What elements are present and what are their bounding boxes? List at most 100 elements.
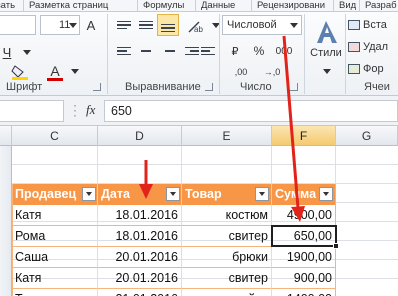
font-group-label: Шрифт [6,81,43,93]
group-separator [107,14,108,94]
fill-color-icon[interactable] [10,64,30,80]
table-header-amount[interactable]: Сумма [272,184,336,205]
percent-symbol: % [253,44,265,58]
delete-cells-icon [348,42,360,52]
cell-seller[interactable]: Таня [12,289,98,296]
cell-seller[interactable]: Саша [12,247,98,268]
table-header-seller[interactable]: Продавец [12,184,98,205]
tab-page-layout[interactable]: Разметка страниц [24,0,138,11]
insert-cells-button[interactable]: Вста [348,16,398,34]
name-box[interactable] [0,100,64,122]
delete-cells-button[interactable]: Удал [348,38,398,56]
increase-decimal-button[interactable]: ,00 [228,64,254,80]
cell-date[interactable]: 20.01.2016 [98,247,182,268]
cell-amount[interactable]: 900,00 [272,268,336,289]
currency-format-button[interactable]: ₽ [224,42,246,60]
underline-button[interactable]: Ч [0,42,14,62]
cell-date[interactable]: 18.01.2016 [98,205,182,226]
tab-view[interactable]: Вид [334,0,360,11]
decrease-indent-icon[interactable] [184,42,200,60]
column-header-f[interactable]: F [272,126,336,146]
header-label-seller: Продавец [15,187,77,201]
cell-product[interactable]: брюки [182,247,272,268]
chevron-down-icon[interactable] [68,20,78,30]
font-dialog-launcher-icon[interactable] [93,83,101,91]
percent-format-button[interactable]: % [250,42,268,60]
cells-group-label: Ячеи [364,81,390,93]
svg-text:ab: ab [194,25,203,34]
cell-seller[interactable]: Катя [12,205,98,226]
font-color-label: A [50,62,60,79]
column-header-d[interactable]: D [98,126,182,146]
chevron-down-icon[interactable] [20,42,34,62]
tab-developer[interactable]: Разраб [360,0,398,11]
cell-amount[interactable]: 4900,00 [272,205,336,226]
select-all-corner[interactable] [0,126,12,146]
active-cell-selection[interactable] [271,225,337,247]
group-separator [345,14,346,94]
column-header-c[interactable]: C [12,126,98,146]
font-color-button[interactable]: A [44,62,66,82]
cell-date[interactable]: 18.01.2016 [98,226,182,247]
number-group-label: Число [240,81,272,93]
cell-amount[interactable]: 1400,00 [272,289,336,296]
filter-dropdown-icon[interactable] [319,187,333,201]
formula-bar: ⋮ fx 650 [0,96,398,126]
cell-amount[interactable]: 1900,00 [272,247,336,268]
styles-button[interactable]: Стили [310,16,342,62]
chevron-down-icon[interactable] [289,20,299,30]
header-label-product: Товар [185,187,222,201]
cell-seller[interactable]: Рома [12,226,98,247]
decrease-decimal-button[interactable]: →,0 [258,64,286,80]
alignment-dialog-launcher-icon[interactable] [205,83,213,91]
cell-product[interactable]: майка [182,289,272,296]
chevron-down-icon[interactable] [70,66,80,76]
cell-product[interactable]: костюм [182,205,272,226]
column-header-e[interactable]: E [182,126,272,146]
table-header-date[interactable]: Дата [98,184,182,205]
grow-font-label: A [86,17,96,33]
grow-font-button[interactable]: A [84,15,98,35]
styles-label: Стили [310,47,342,59]
formula-input[interactable]: 650 [104,100,398,122]
filter-dropdown-icon[interactable] [166,187,180,201]
group-separator [304,14,305,94]
underline-label: Ч [2,44,12,60]
align-top-icon[interactable] [114,16,134,34]
format-cells-button[interactable]: Фор [348,60,398,78]
filter-dropdown-icon[interactable] [82,187,96,201]
formula-bar-grip-icon: ⋮ [68,102,82,118]
table-header-product[interactable]: Товар [182,184,272,205]
table-border-left [12,184,13,296]
align-center-icon[interactable] [136,42,156,60]
align-bottom-icon[interactable] [157,14,179,36]
font-name-combobox[interactable] [0,15,36,35]
thousands-separator-button[interactable]: 000 [270,42,298,60]
insert-function-button[interactable]: fx [86,102,95,118]
align-left-icon[interactable] [114,42,134,60]
cell-date[interactable]: 20.01.2016 [98,268,182,289]
increase-indent-icon[interactable] [200,42,216,60]
cell-date[interactable]: 21.01.2016 [98,289,182,296]
row-header-strip [0,146,12,296]
currency-symbol: ₽ [231,45,239,58]
fill-handle[interactable] [333,243,339,249]
align-right-icon[interactable] [158,42,178,60]
thousands-symbol: 000 [275,45,293,57]
filter-dropdown-icon[interactable] [255,187,269,201]
tab-data[interactable]: Данные [196,0,252,11]
cell-seller[interactable]: Катя [12,268,98,289]
format-cells-icon [348,64,360,74]
cell-product[interactable]: свитер [182,226,272,247]
format-cells-label: Фор [363,63,384,75]
chevron-down-icon[interactable] [322,67,332,75]
tab-draw[interactable]: рисовать [0,0,24,11]
cell-product[interactable]: свитер [182,268,272,289]
tab-formulas[interactable]: Формулы [138,0,196,11]
number-dialog-launcher-icon[interactable] [290,83,298,91]
ribbon-tabs: рисовать Разметка страниц Формулы Данные… [0,0,398,12]
column-header-g[interactable]: G [336,126,398,146]
tab-review[interactable]: Рецензировани [252,0,334,11]
orientation-icon[interactable]: ab [184,16,208,36]
align-middle-icon[interactable] [136,16,156,34]
